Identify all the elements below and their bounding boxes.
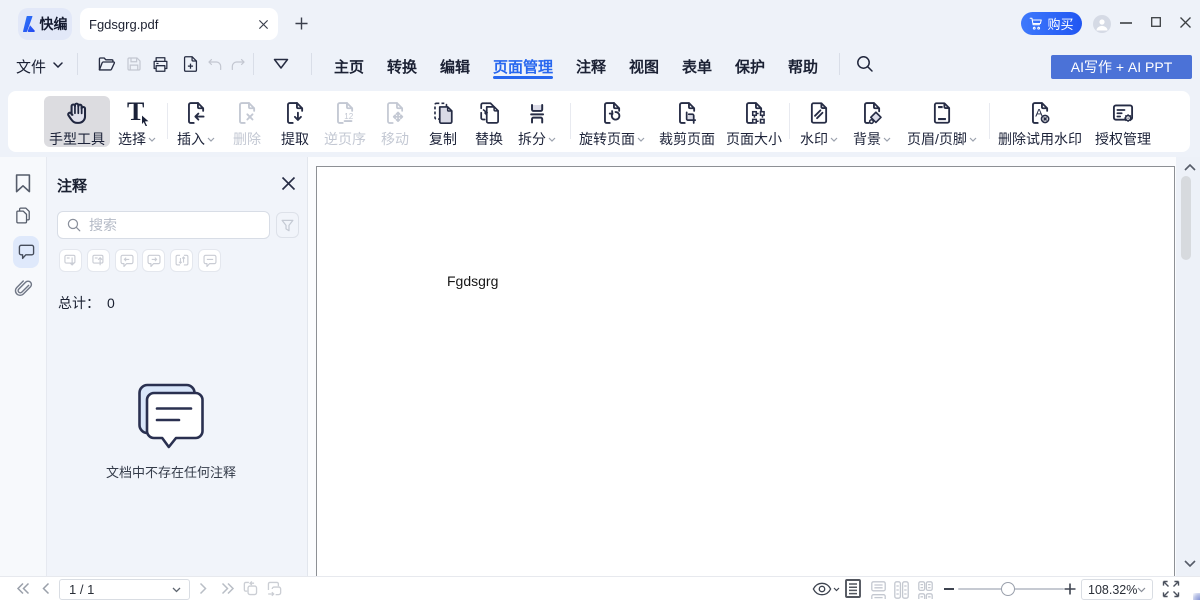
svg-text:12: 12 (344, 112, 354, 121)
